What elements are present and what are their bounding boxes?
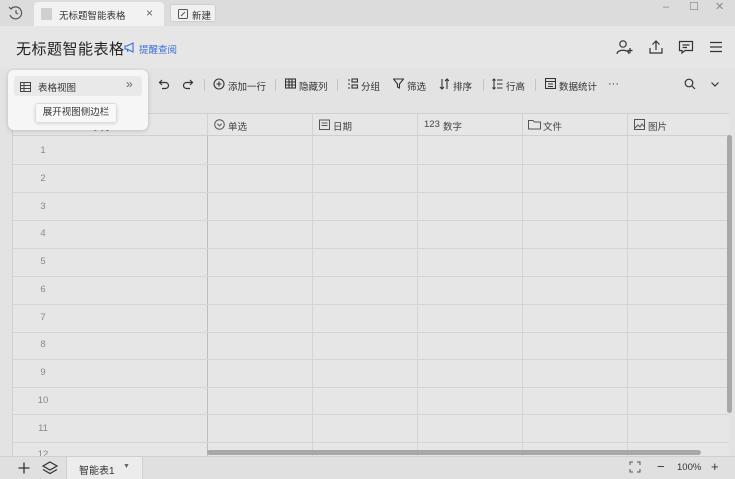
row-number[interactable]: 1 [13,145,73,156]
new-button[interactable]: 新建 [170,4,216,22]
horizontal-scrollbar[interactable] [207,450,701,455]
filter-label: 筛选 [407,82,427,93]
vertical-scrollbar[interactable] [727,135,732,413]
expand-sidebar-tooltip: 展开视图侧边栏 [35,103,117,123]
comment-icon[interactable] [677,39,695,55]
share-icon[interactable] [647,39,665,55]
sheet-name: 智能表1 [79,466,115,477]
tab-title: 无标题智能表格 [59,11,126,22]
row-height-label: 行高 [506,82,526,93]
group-label: 分组 [361,82,381,93]
tab-bar: 无标题智能表格 × 新建 – ☐ ✕ [0,0,735,26]
data-stats-button[interactable]: 数据统计 [545,78,603,93]
maximize-icon[interactable]: ☐ [689,0,699,14]
sort-icon [439,78,450,90]
table-view-icon [20,81,31,92]
hide-columns-label: 隐藏列 [299,82,328,93]
sort-label: 排序 [453,82,473,93]
row-number[interactable]: 4 [13,228,73,239]
zoom-level: 100% [677,462,702,473]
bottom-bar: 智能表1 ▼ − 100% + [0,456,735,479]
zoom-out-button[interactable]: − [657,459,665,474]
stats-icon [545,78,556,89]
row-number[interactable]: 11 [13,423,73,434]
row-number[interactable]: 6 [13,284,73,295]
date-icon [319,119,330,130]
row-number[interactable]: 12 [13,449,73,456]
fullscreen-icon[interactable] [629,461,641,475]
row-number[interactable]: 8 [13,339,73,350]
data-grid[interactable]: 文字 单选 日期 123 数字 文件 图片 [12,113,729,456]
image-icon [634,119,645,130]
caret-down-icon[interactable]: ▼ [123,463,130,470]
column-label: 日期 [333,122,353,133]
column-label: 数字 [443,122,463,133]
add-row-label: 添加一行 [228,82,267,93]
folder-icon [528,119,541,130]
new-doc-icon [178,8,188,19]
megaphone-icon [124,42,134,53]
row-number[interactable]: 3 [13,201,73,212]
zoom-in-button[interactable]: + [711,459,719,474]
sheet-tab[interactable]: 智能表1 ▼ [66,457,143,479]
row-number[interactable]: 9 [13,367,73,378]
new-button-label: 新建 [192,11,212,22]
column-label: 图片 [648,122,668,133]
layers-icon[interactable] [41,461,59,475]
grid-icon [285,78,296,89]
title-bar: 无标题智能表格 提醒查阅 [0,26,735,68]
column-header-image[interactable]: 图片 [628,114,729,136]
close-window-icon[interactable]: ✕ [715,0,724,14]
row-number[interactable]: 10 [13,395,73,406]
hide-columns-button[interactable]: 隐藏列 [285,78,330,93]
document-icon [41,8,52,20]
column-header-number[interactable]: 123 数字 [418,114,523,136]
row-height-icon [492,78,503,90]
table-view-button[interactable]: 表格视图 » [14,76,142,96]
column-header-file[interactable]: 文件 [523,114,628,136]
history-icon[interactable] [7,6,23,20]
filter-button[interactable]: 筛选 [393,78,429,93]
column-header-date[interactable]: 日期 [313,114,418,136]
sort-button[interactable]: 排序 [439,78,475,93]
undo-icon[interactable] [158,78,170,92]
close-tab-icon[interactable]: × [146,6,153,20]
remind-label: 提醒查阅 [139,45,178,56]
minimize-icon[interactable]: – [663,0,669,14]
document-tab[interactable]: 无标题智能表格 × [34,2,164,26]
row-number[interactable]: 7 [13,312,73,323]
column-label: 文件 [543,122,563,133]
search-icon[interactable] [684,78,696,92]
filter-icon [393,78,404,89]
row-number[interactable]: 2 [13,173,73,184]
column-header-single-select[interactable]: 单选 [208,114,313,136]
group-icon [348,78,358,89]
menu-icon[interactable] [707,39,725,55]
redo-icon[interactable] [182,78,194,92]
add-circle-icon [213,78,225,90]
row-height-button[interactable]: 行高 [492,78,528,93]
single-select-icon [214,119,225,130]
column-label: 单选 [228,122,248,133]
data-stats-label: 数据统计 [559,82,598,93]
expand-sidebar-icon[interactable]: » [126,77,133,91]
add-collaborator-icon[interactable] [616,39,634,55]
chevron-down-icon[interactable] [709,78,721,92]
more-options-button[interactable]: ··· [608,78,619,92]
add-sheet-icon[interactable] [17,461,31,475]
row-number[interactable]: 5 [13,256,73,267]
add-row-button[interactable]: 添加一行 [213,78,268,93]
document-title[interactable]: 无标题智能表格 [16,38,125,59]
view-label: 表格视图 [38,83,77,94]
group-button[interactable]: 分组 [347,78,383,93]
number-icon: 123 [424,119,440,130]
